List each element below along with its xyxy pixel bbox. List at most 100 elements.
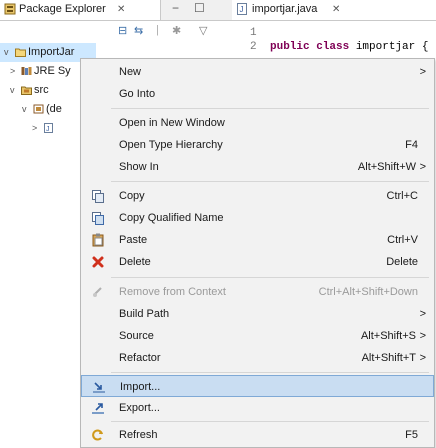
link-with-editor-icon[interactable]: ⇆ (134, 24, 143, 37)
close-icon[interactable]: ✕ (117, 4, 125, 15)
focus-on-active-task-icon[interactable]: ✱ (172, 24, 181, 37)
editor-close-icon[interactable]: ✕ (332, 4, 340, 15)
code-keyword: public class (270, 41, 350, 53)
tree-item-label: (de (46, 103, 62, 115)
tree-item-label: ImportJar (28, 46, 75, 58)
menu-item-label: Go Into (119, 88, 156, 100)
submenu-arrow-icon: > (419, 161, 426, 173)
menu-item-label: Build Path (119, 308, 170, 320)
menu-item-delete[interactable]: Delete Delete (81, 251, 434, 273)
context-menu: New > Go Into Open in New Window Open Ty… (80, 58, 435, 448)
menu-item-label: Remove from Context (119, 286, 226, 298)
menu-item-import[interactable]: Import... (81, 375, 434, 397)
menu-item-label: Import... (120, 381, 161, 393)
submenu-arrow-icon: > (419, 330, 426, 342)
menu-item-go-into[interactable]: Go Into (81, 83, 434, 105)
menu-item-open-in-new-window[interactable]: Open in New Window (81, 112, 434, 134)
menu-item-build-path[interactable]: Build Path > (81, 303, 434, 325)
menu-item-label: Open Type Hierarchy (119, 139, 223, 151)
refresh-icon (92, 429, 103, 441)
menu-item-label: Refactor (119, 352, 161, 364)
tree-item-java-file[interactable]: > J (32, 119, 56, 138)
menu-item-label: Delete (119, 256, 151, 268)
menu-item-shortcut: Ctrl+V (387, 234, 418, 246)
menu-separator (111, 372, 429, 373)
expand-twisty[interactable]: v (22, 100, 31, 119)
menu-item-label: Paste (119, 234, 148, 246)
menu-item-refresh[interactable]: Refresh F5 (81, 424, 434, 446)
menu-item-copy[interactable]: Copy Ctrl+C (81, 185, 434, 207)
menu-item-export[interactable]: Export... (81, 397, 434, 419)
code-line: public class importjar { (270, 41, 428, 53)
submenu-arrow-icon: > (419, 352, 426, 364)
java-file-icon: J (44, 123, 53, 134)
package-explorer-tab-label: Package Explorer (19, 3, 106, 15)
paste-icon (92, 233, 104, 247)
minimize-icon[interactable]: − (172, 1, 179, 15)
menu-separator (111, 421, 429, 422)
code-text: importjar { (349, 41, 429, 53)
menu-item-label: Open in New Window (119, 117, 225, 129)
menu-item-label: Refresh (119, 429, 158, 441)
menu-item-shortcut: Delete (386, 256, 418, 268)
export-icon (92, 403, 104, 414)
project-folder-icon (15, 48, 26, 58)
menu-item-label: Export... (119, 402, 160, 414)
import-icon (93, 382, 105, 393)
tree-item-default-package[interactable]: v (de (22, 100, 62, 119)
toolbar-separator: | (156, 24, 159, 36)
menu-item-label: Source (119, 330, 154, 342)
editor-tab-importjar[interactable]: J importjar.java ✕ (232, 0, 436, 20)
submenu-arrow-icon: > (419, 66, 426, 78)
menu-item-shortcut: F5 (405, 429, 418, 441)
menu-item-remove-from-context[interactable]: Remove from Context Ctrl+Alt+Shift+Down (81, 281, 434, 303)
menu-item-open-type-hierarchy[interactable]: Open Type Hierarchy F4 (81, 134, 434, 156)
menu-item-show-in[interactable]: Show In Alt+Shift+W > (81, 156, 434, 178)
tree-item-src[interactable]: v src (10, 81, 49, 100)
expand-twisty[interactable]: v (4, 43, 13, 62)
menu-item-shortcut: Alt+Shift+S (360, 330, 416, 342)
remove-from-context-icon (93, 287, 102, 297)
menu-item-shortcut: Alt+Shift+W (357, 161, 416, 173)
collapse-twisty[interactable]: > (10, 62, 19, 81)
collapse-all-icon[interactable]: ⊟ (118, 24, 127, 37)
submenu-arrow-icon: > (419, 308, 426, 320)
tree-item-jre[interactable]: > JRE Sy (10, 62, 71, 81)
source-folder-icon (21, 86, 32, 96)
menu-item-shortcut: Alt+Shift+T (361, 352, 416, 364)
tree-item-label: src (34, 84, 49, 96)
menu-item-copy-qualified-name[interactable]: Copy Qualified Name (81, 207, 434, 229)
package-explorer-icon (4, 3, 16, 18)
menu-item-paste[interactable]: Paste Ctrl+V (81, 229, 434, 251)
menu-item-new[interactable]: New > (81, 61, 434, 83)
menu-separator (111, 108, 429, 109)
delete-icon (92, 256, 104, 268)
package-icon (33, 104, 44, 114)
menu-separator (111, 181, 429, 182)
copy-icon (92, 190, 104, 203)
editor-tab-label: importjar.java (252, 3, 318, 15)
menu-item-label: Copy Qualified Name (119, 212, 224, 224)
menu-item-refactor[interactable]: Refactor Alt+Shift+T > (81, 347, 434, 369)
collapse-twisty[interactable]: > (32, 119, 41, 138)
maximize-icon[interactable]: ☐ (194, 1, 205, 15)
line-number: 2 (250, 41, 257, 53)
package-explorer-tab[interactable]: Package Explorer ✕ (0, 0, 161, 20)
expand-twisty[interactable]: v (10, 81, 19, 100)
view-menu-icon[interactable]: ▽ (199, 24, 207, 37)
java-file-icon: J (236, 3, 248, 18)
svg-text:J: J (240, 5, 244, 14)
menu-separator (111, 277, 429, 278)
line-number: 1 (250, 27, 257, 39)
menu-item-source[interactable]: Source Alt+Shift+S > (81, 325, 434, 347)
menu-item-shortcut: Ctrl+C (386, 190, 418, 202)
menu-item-shortcut: Ctrl+Alt+Shift+Down (318, 286, 418, 298)
tree-item-label: JRE Sy (34, 65, 71, 77)
menu-item-label: Copy (119, 190, 145, 202)
menu-item-label: Show In (119, 161, 159, 173)
svg-text:J: J (46, 126, 50, 133)
menu-item-shortcut: F4 (405, 139, 418, 151)
copy-qualified-name-icon (92, 212, 104, 225)
menu-item-label: New (119, 66, 142, 78)
library-icon (21, 67, 32, 76)
